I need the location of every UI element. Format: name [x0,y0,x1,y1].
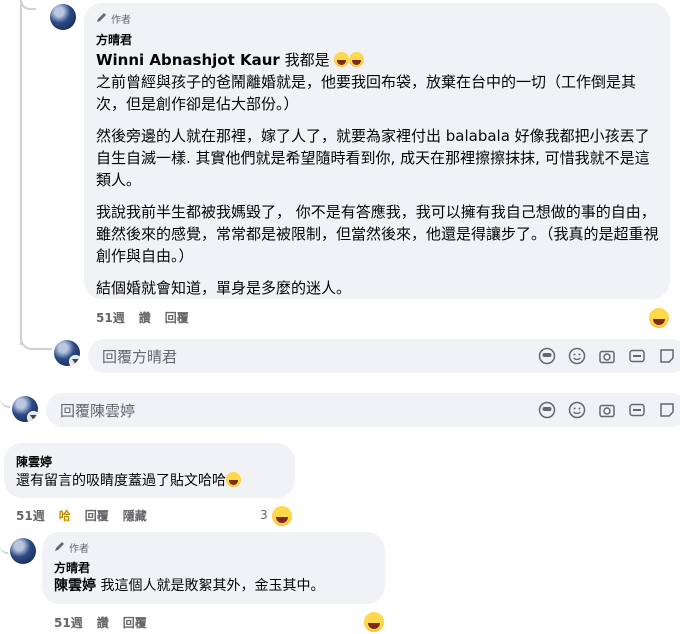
comment-bubble: 作者 方晴君 Winni Abnashjot Kaur 我都是 之前曾經與孩子的… [84,3,670,299]
thread-line [20,0,22,345]
reply-input-placeholder: 回覆陳雲婷 [60,401,136,420]
sticker-icon[interactable] [658,347,676,365]
camera-icon[interactable] [598,347,616,365]
thread-line [0,394,10,408]
comment-body: Winni Abnashjot Kaur 我都是 之前曾經與孩子的爸鬧離婚就是，… [96,49,662,309]
timestamp-link[interactable]: 51週 [96,309,125,326]
comment-actions: 51週 哈 回覆 隱藏 [16,507,147,524]
avatar[interactable] [10,538,36,564]
gif-icon[interactable] [628,347,646,365]
laugh-emoji-icon [334,52,350,67]
comment-body: 還有留言的吸睛度蓋過了貼文哈哈 [16,471,241,491]
author-badge-label: 作者 [111,15,131,26]
reaction-haha-icon[interactable] [270,504,294,528]
emoji-icon[interactable] [568,347,586,365]
reaction-haha-icon[interactable] [647,306,671,330]
reaction-haha-icon[interactable] [362,610,386,634]
haha-reaction-button[interactable]: 哈 [59,507,71,524]
reply-input[interactable]: 回覆方晴君 [88,339,680,373]
comment-actions: 51週 讚 回覆 [96,309,189,326]
reply-input[interactable]: 回覆陳雲婷 [46,393,680,427]
thread-line [20,330,52,350]
author-badge-label: 作者 [69,544,89,555]
reaction-count[interactable]: 3 [260,508,268,522]
laugh-emoji-icon [349,52,365,67]
comment-text: 我這個人就是敗絮其外，金玉其中。 [96,578,325,594]
pencil-icon [54,540,66,555]
thread-line [20,0,36,10]
comment-author-name[interactable]: 方晴君 [96,31,132,48]
timestamp-link[interactable]: 51週 [16,507,45,524]
comment-author-name[interactable]: 陳雲婷 [16,453,52,470]
avatar-sticker-icon[interactable] [538,401,556,419]
pencil-icon [96,11,108,26]
camera-icon[interactable] [598,401,616,419]
comment-bubble: 作者 方晴君 陳雲婷 我這個人就是敗絮其外，金玉其中。 [42,532,385,604]
thread-line [0,540,8,554]
reply-button[interactable]: 回覆 [123,614,147,631]
comment-paragraph: 結個婚就會知道，單身是多麼的迷人。 [96,279,352,297]
emoji-icon[interactable] [568,401,586,419]
gif-icon[interactable] [628,401,646,419]
laugh-emoji-icon [226,472,241,487]
comment-paragraph: 然後旁邊的人就在那裡，嫁了人了，就要為家裡付出 balabala 好像我都把小孩… [96,127,650,189]
like-button[interactable]: 讚 [97,614,109,631]
chevron-down-icon [69,355,80,366]
like-button[interactable]: 讚 [139,309,151,326]
reply-input-placeholder: 回覆方晴君 [102,347,178,366]
comment-paragraph: 我說我前半生都被我媽毀了， 你不是有答應我，我可以擁有我自己想做的事的自由，雖然… [96,203,659,265]
current-user-avatar[interactable] [54,340,80,366]
avatar[interactable] [50,4,76,30]
author-badge: 作者 [54,540,89,555]
comment-bubble: 陳雲婷 還有留言的吸睛度蓋過了貼文哈哈 [4,443,295,498]
mention-link[interactable]: Winni Abnashjot Kaur [96,51,280,69]
chevron-down-icon [27,411,38,422]
sticker-icon[interactable] [658,401,676,419]
author-badge: 作者 [96,11,131,26]
current-user-avatar[interactable] [12,396,38,422]
timestamp-link[interactable]: 51週 [54,614,83,631]
reply-button[interactable]: 回覆 [85,507,109,524]
avatar-sticker-icon[interactable] [538,347,556,365]
comment-text: 我都是 [279,51,330,69]
reply-button[interactable]: 回覆 [165,309,189,326]
comment-author-name[interactable]: 方晴君 [54,559,90,576]
comment-actions: 51週 讚 回覆 [54,614,147,631]
comment-text: 還有留言的吸睛度蓋過了貼文哈哈 [16,473,226,489]
mention-link[interactable]: 陳雲婷 [54,578,96,594]
comment-paragraph: 之前曾經與孩子的爸鬧離婚就是，他要我回布袋，放棄在台中的一切（工作倒是其次，但是… [96,73,637,113]
comment-body: 陳雲婷 我這個人就是敗絮其外，金玉其中。 [54,576,324,596]
hide-button[interactable]: 隱藏 [123,507,147,524]
